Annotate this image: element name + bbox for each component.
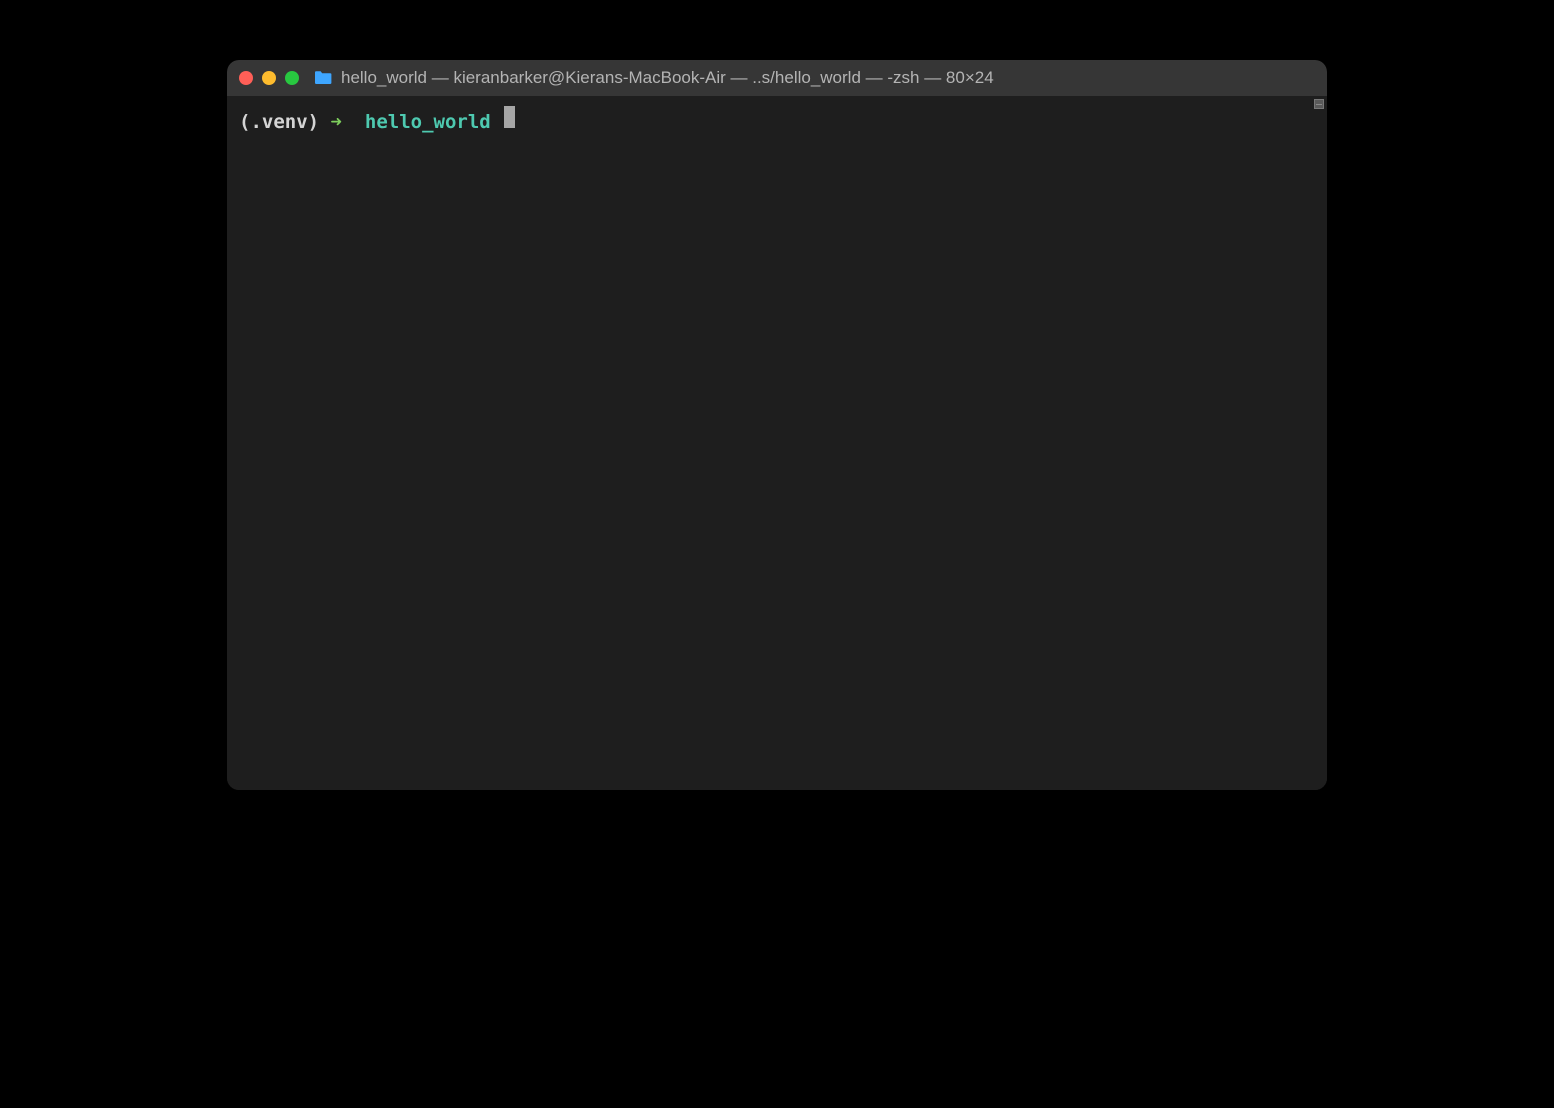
terminal-window: hello_world — kieranbarker@Kierans-MacBo… (227, 60, 1327, 790)
close-button[interactable] (239, 71, 253, 85)
traffic-lights (239, 71, 299, 85)
prompt-venv: (.venv) (239, 109, 319, 136)
cursor-icon (504, 106, 515, 128)
window-title: hello_world — kieranbarker@Kierans-MacBo… (341, 68, 994, 88)
window-title-container: hello_world — kieranbarker@Kierans-MacBo… (313, 68, 994, 88)
folder-icon (313, 70, 333, 86)
scrollbar-indicator-icon (1314, 99, 1324, 109)
maximize-button[interactable] (285, 71, 299, 85)
scrollbar[interactable] (1311, 96, 1327, 790)
minimize-button[interactable] (262, 71, 276, 85)
prompt-arrow-icon: ➜ (331, 109, 342, 136)
terminal-body[interactable]: (.venv) ➜ hello_world (227, 96, 1327, 790)
title-bar[interactable]: hello_world — kieranbarker@Kierans-MacBo… (227, 60, 1327, 96)
prompt-line: (.venv) ➜ hello_world (239, 106, 1315, 136)
prompt-cwd: hello_world (365, 109, 491, 136)
